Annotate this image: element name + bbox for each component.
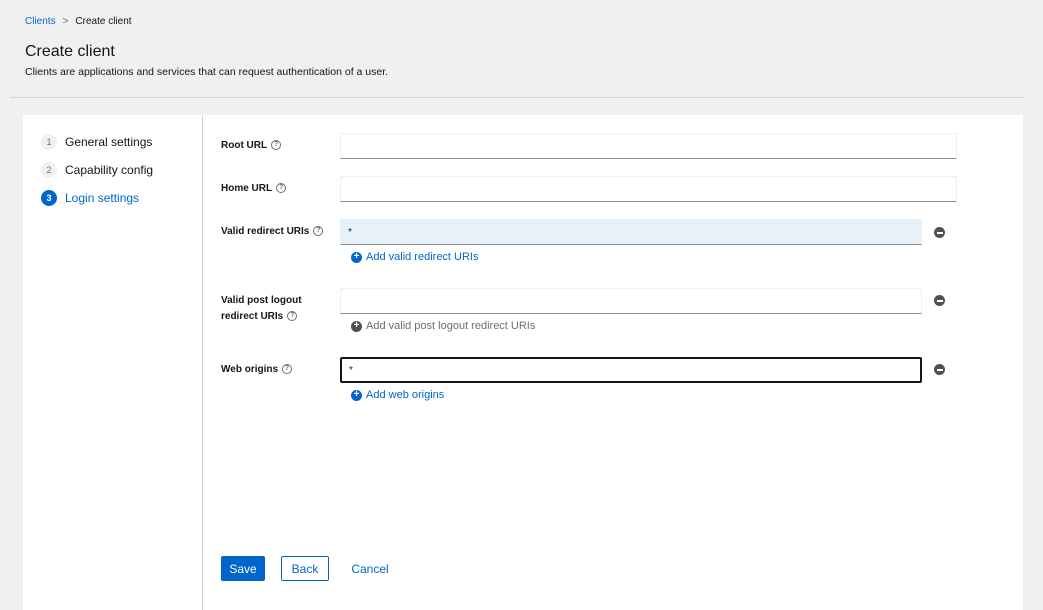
wizard-step-capability-config[interactable]: 2 Capability config [41, 162, 153, 178]
root-url-label-text: Root URL [221, 140, 268, 151]
page-description: Clients are applications and services th… [25, 66, 389, 78]
breadcrumb-current: Create client [75, 16, 132, 27]
cancel-button[interactable]: Cancel [345, 556, 395, 581]
plus-circle-icon: + [351, 389, 362, 401]
remove-post-logout-uri-icon[interactable] [934, 295, 945, 306]
home-url-label-text: Home URL [221, 183, 273, 194]
valid-redirect-uris-label-text: Valid redirect URIs [221, 226, 310, 237]
help-icon[interactable]: ? [313, 226, 324, 237]
valid-post-logout-label: Valid post logout redirect URIs? [221, 293, 302, 325]
root-url-label: Root URL? [221, 138, 282, 154]
plus-circle-icon: + [351, 320, 362, 332]
remove-redirect-uri-icon[interactable] [934, 227, 945, 238]
remove-web-origin-icon[interactable] [934, 364, 945, 375]
help-icon[interactable]: ? [287, 311, 298, 322]
web-origins-label: Web origins? [221, 362, 293, 378]
breadcrumb-clients-link[interactable]: Clients [25, 16, 56, 27]
help-icon[interactable]: ? [282, 364, 293, 375]
add-valid-post-logout-link[interactable]: + Add valid post logout redirect URIs [351, 320, 535, 332]
valid-redirect-uris-label: Valid redirect URIs? [221, 224, 324, 240]
home-url-input[interactable] [340, 176, 957, 202]
valid-post-logout-input[interactable] [340, 288, 922, 314]
root-url-input[interactable] [340, 133, 957, 159]
add-web-origins-link[interactable]: + Add web origins [351, 389, 444, 401]
valid-redirect-uris-input[interactable] [340, 219, 922, 245]
step-number-badge: 1 [41, 134, 57, 150]
home-url-label: Home URL? [221, 181, 287, 197]
step-number-badge: 3 [41, 190, 57, 206]
add-valid-redirect-uris-link[interactable]: + Add valid redirect URIs [351, 251, 479, 263]
step-label: General settings [65, 135, 153, 149]
web-origins-input[interactable] [340, 357, 922, 383]
valid-post-logout-label-line1: Valid post logout [221, 295, 302, 306]
page-title: Create client [25, 43, 115, 60]
web-origins-label-text: Web origins [221, 364, 279, 375]
step-number-badge: 2 [41, 162, 57, 178]
step-label: Login settings [65, 191, 140, 205]
save-button[interactable]: Save [221, 556, 265, 581]
wizard-step-general-settings[interactable]: 1 General settings [41, 134, 152, 150]
page-header: Clients > Create client Create client Cl… [10, 0, 1023, 98]
back-button[interactable]: Back [281, 556, 329, 581]
breadcrumb: Clients > Create client [25, 16, 132, 27]
chevron-right-icon: > [62, 16, 69, 27]
step-label: Capability config [65, 163, 154, 177]
wizard-nav: 1 General settings 2 Capability config 3… [23, 115, 203, 610]
valid-post-logout-label-line2: redirect URIs [221, 311, 284, 322]
plus-circle-icon: + [351, 251, 362, 263]
add-link-label: Add web origins [366, 389, 445, 401]
help-icon[interactable]: ? [276, 183, 287, 194]
add-link-label: Add valid post logout redirect URIs [366, 320, 536, 332]
wizard-card: 1 General settings 2 Capability config 3… [23, 115, 1023, 610]
wizard-step-login-settings[interactable]: 3 Login settings [41, 190, 139, 206]
help-icon[interactable]: ? [271, 140, 282, 151]
add-link-label: Add valid redirect URIs [366, 251, 479, 263]
